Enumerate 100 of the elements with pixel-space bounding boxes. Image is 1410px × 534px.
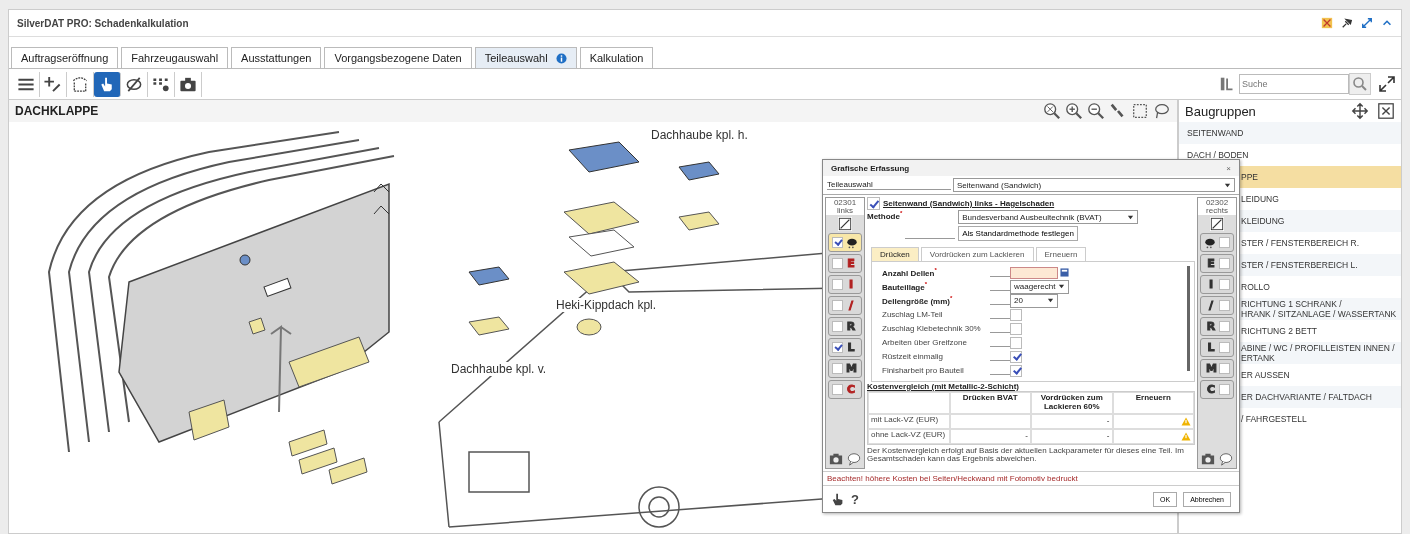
set-default-button[interactable]: Als Standardmethode festlegen: [958, 226, 1078, 241]
tab[interactable]: Erneuern: [1035, 247, 1087, 261]
calculator-icon[interactable]: [1060, 268, 1069, 277]
checkbox[interactable]: [1219, 300, 1230, 311]
checkbox[interactable]: [832, 300, 843, 311]
warning-text: Beachten! höhere Kosten bei Seiten/Heckwand mit Fotomotiv bedruckt: [823, 471, 1239, 486]
checkbox[interactable]: [1010, 308, 1022, 321]
help-icon[interactable]: ?: [851, 491, 859, 507]
damage-type-button[interactable]: [1200, 233, 1234, 252]
damage-type-button[interactable]: M: [1200, 359, 1234, 378]
damage-type-button[interactable]: C: [828, 380, 862, 399]
method-dropdown[interactable]: Bundesverband Ausbeultechnik (BVAT): [958, 210, 1139, 224]
edit-icon[interactable]: [1210, 217, 1224, 231]
close-icon[interactable]: [1377, 102, 1395, 120]
damage-letter: /: [848, 300, 854, 311]
info-icon[interactable]: [555, 52, 567, 64]
checkbox[interactable]: [832, 342, 843, 353]
dropdown[interactable]: waagerecht: [1010, 279, 1070, 294]
tab[interactable]: Teileauswahl: [474, 47, 577, 68]
checkbox[interactable]: [1219, 342, 1230, 353]
edit-icon[interactable]: [838, 217, 852, 231]
damage-letter: L: [1206, 342, 1216, 353]
damage-type-button[interactable]: [828, 233, 862, 252]
field-label: Rüstzeit einmalig: [882, 352, 944, 361]
checkbox[interactable]: [1219, 384, 1230, 395]
damage-type-button[interactable]: E: [1200, 254, 1234, 273]
lasso-icon[interactable]: [1153, 102, 1171, 120]
zoom-out-icon[interactable]: [1087, 102, 1105, 120]
column-header: Erneuern: [1112, 392, 1194, 414]
tab[interactable]: Vorgangsbezogene Daten: [324, 47, 472, 68]
tab[interactable]: Kalkulation: [579, 47, 654, 68]
damage-letter: L: [846, 342, 856, 353]
hand-pointer-icon[interactable]: [94, 71, 121, 97]
damage-type-button[interactable]: L: [828, 338, 862, 357]
checkbox[interactable]: [1219, 321, 1230, 332]
damage-letter: I: [1207, 279, 1215, 290]
comment-icon[interactable]: [847, 452, 861, 466]
checkbox[interactable]: [1219, 258, 1230, 269]
tab[interactable]: Drücken: [871, 247, 919, 261]
tab[interactable]: Vordrücken zum Lackieren: [920, 247, 1034, 261]
damage-type-button[interactable]: R: [1200, 317, 1234, 336]
checkbox[interactable]: [832, 321, 843, 332]
rectangle-select-icon[interactable]: [1131, 102, 1149, 120]
comment-icon[interactable]: [1219, 452, 1233, 466]
zoom-fit-icon[interactable]: [1043, 102, 1061, 120]
damage-letter: E: [1206, 258, 1216, 269]
wall-parts-drawing[interactable]: [48, 131, 395, 485]
checkbox[interactable]: [1219, 363, 1230, 374]
checkbox[interactable]: [1010, 322, 1022, 335]
tab[interactable]: Fahrzeugauswahl: [121, 47, 229, 68]
field-label: Zuschlag LM-Teil: [882, 310, 944, 319]
camera-icon[interactable]: [829, 452, 843, 466]
damage-letter: R: [1206, 321, 1216, 332]
checkbox[interactable]: [832, 279, 843, 290]
group-item[interactable]: SEITENWAND: [1179, 122, 1401, 144]
damage-type-button[interactable]: E: [828, 254, 862, 273]
damage-type-button[interactable]: I: [828, 275, 862, 294]
number-input[interactable]: [1010, 266, 1058, 279]
tab[interactable]: Auftragseröffnung: [11, 47, 119, 68]
damage-type-button[interactable]: /: [828, 296, 862, 315]
group-item[interactable]: DACH / BODEN: [1179, 144, 1401, 166]
column-header: Drücken BVAT: [949, 392, 1031, 414]
close-button[interactable]: ×: [1226, 163, 1231, 173]
checkbox[interactable]: [832, 237, 843, 248]
checkbox[interactable]: [832, 363, 843, 374]
checkbox[interactable]: [832, 258, 843, 269]
hand-icon[interactable]: [831, 492, 845, 506]
checkbox[interactable]: [1010, 364, 1022, 377]
tab[interactable]: Ausstattungen: [231, 47, 322, 68]
damage-type-button[interactable]: R: [828, 317, 862, 336]
checkbox[interactable]: [1010, 350, 1022, 363]
row-label: ohne Lack-VZ (EUR): [868, 428, 950, 444]
damage-type-button[interactable]: I: [1200, 275, 1234, 294]
search-icon[interactable]: [1349, 73, 1371, 95]
zoom-in-icon[interactable]: [1065, 102, 1083, 120]
damage-type-button[interactable]: /: [1200, 296, 1234, 315]
camera-icon[interactable]: [1201, 452, 1215, 466]
damage-type-button[interactable]: L: [1200, 338, 1234, 357]
damage-letter: I: [847, 279, 855, 290]
picture-icon[interactable]: [1321, 17, 1333, 29]
expand-icon[interactable]: [1361, 17, 1373, 29]
table-cell: -: [949, 428, 1031, 444]
checkbox[interactable]: [1219, 279, 1230, 290]
field-label: Teileauswahl: [827, 180, 951, 190]
checkbox[interactable]: [867, 197, 880, 210]
part-label[interactable]: Dachhaube kpl. h.: [649, 128, 750, 142]
damage-type-button[interactable]: M: [828, 359, 862, 378]
part-dropdown[interactable]: Seitenwand (Sandwich): [953, 178, 1235, 192]
checkbox[interactable]: [1010, 336, 1022, 349]
move-icon[interactable]: [1351, 102, 1369, 120]
checkbox[interactable]: [1219, 237, 1230, 248]
damage-type-button[interactable]: C: [1200, 380, 1234, 399]
fullscreen-icon[interactable]: [1377, 74, 1397, 94]
checkbox[interactable]: [832, 384, 843, 395]
damage-letter: C: [846, 384, 856, 395]
field-label: Finisharbeit pro Bauteil: [882, 366, 965, 375]
pin-icon[interactable]: [1341, 17, 1353, 29]
search-field[interactable]: Suche: [1239, 74, 1349, 94]
row-label: mit Lack-VZ (EUR): [868, 413, 950, 429]
damage-letter: M: [846, 363, 856, 374]
